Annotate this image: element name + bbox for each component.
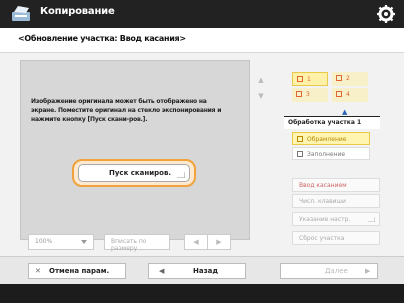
page-label: 4: [346, 91, 350, 98]
scroll-down-icon[interactable]: ▼: [254, 92, 268, 106]
back-label: Назад: [193, 267, 219, 275]
page-checkbox-icon: [296, 91, 302, 97]
page-checkbox-icon: [336, 75, 342, 81]
next-arrow-icon[interactable]: ▶: [207, 234, 231, 250]
collapse-arrow-icon[interactable]: ▲: [342, 108, 352, 116]
page-label: 3: [306, 91, 310, 98]
fit-to-size-button[interactable]: Вписать по размеру: [104, 234, 170, 252]
back-arrow-icon: ◀: [159, 267, 165, 275]
zoom-select[interactable]: 100%: [28, 234, 94, 250]
page-selector: 1 2 3 4: [288, 68, 372, 104]
scroll-up-icon[interactable]: ▲: [254, 76, 268, 90]
touch-input-button[interactable]: Ввод касанием: [292, 178, 380, 192]
zoom-value: 100%: [35, 238, 53, 245]
page-2-button[interactable]: 2: [332, 72, 368, 86]
footer-strip: [0, 284, 404, 303]
page-4-button[interactable]: 4: [332, 88, 368, 102]
page-checkbox-icon: [297, 76, 303, 82]
page-checkbox-icon: [336, 91, 342, 97]
next-button[interactable]: Далее ▶: [280, 263, 378, 279]
corner-indicator-icon: [368, 217, 375, 222]
bottom-bar: ✕ Отмена парам. ◀ Назад Далее ▶: [0, 256, 404, 285]
touch-input-label: Ввод касанием: [299, 182, 347, 189]
fit-to-size-label: Вписать по размеру: [111, 238, 147, 252]
prev-arrow-icon[interactable]: ◀: [184, 234, 208, 250]
option-checkbox-icon: [297, 136, 303, 142]
numeric-keys-label: Числ. клавиши: [299, 198, 346, 205]
reset-area-label: Сброс участка: [299, 235, 345, 242]
specify-settings-button[interactable]: Указание настр.: [292, 212, 380, 226]
instruction-message: Изображение оригинала может быть отображ…: [31, 98, 222, 123]
specify-settings-label: Указание настр.: [299, 216, 351, 223]
next-arrow-icon: ▶: [365, 267, 371, 275]
back-button[interactable]: ◀ Назад: [148, 263, 246, 279]
area-processing-header: Обработка участка 1: [284, 116, 380, 129]
gear-icon[interactable]: [376, 4, 396, 24]
close-icon: ✕: [35, 267, 41, 275]
preview-area: Изображение оригинала может быть отображ…: [20, 60, 250, 240]
option-frame-label: Обрамление: [307, 136, 347, 143]
option-fill[interactable]: Заполнение: [292, 147, 370, 160]
chevron-down-icon: [81, 240, 87, 244]
option-frame[interactable]: Обрамление: [292, 132, 370, 145]
cancel-settings-button[interactable]: ✕ Отмена парам.: [28, 263, 126, 279]
page-label: 1: [307, 76, 311, 83]
reset-area-button[interactable]: Сброс участка: [292, 231, 380, 245]
copy-screen: Копирование <Обновление участка: Ввод ка…: [0, 0, 404, 303]
start-scan-button[interactable]: Пуск сканиров.: [78, 164, 190, 182]
subtitle-text: <Обновление участка: Ввод касания>: [18, 34, 186, 43]
copy-app-icon: [12, 6, 30, 21]
screen-subtitle: <Обновление участка: Ввод касания>: [0, 28, 404, 53]
cancel-settings-label: Отмена парам.: [49, 267, 110, 275]
option-fill-label: Заполнение: [307, 151, 346, 158]
page-label: 2: [346, 75, 350, 82]
title-bar: Копирование: [0, 0, 404, 28]
app-title: Копирование: [40, 6, 115, 17]
page-1-button[interactable]: 1: [292, 72, 328, 86]
next-label: Далее: [325, 267, 348, 275]
option-checkbox-icon: [297, 151, 303, 157]
corner-indicator-icon: [177, 172, 185, 178]
numeric-keys-button[interactable]: Числ. клавиши: [292, 194, 380, 208]
page-3-button[interactable]: 3: [292, 88, 328, 102]
start-scan-label: Пуск сканиров.: [109, 169, 172, 177]
area-processing-label: Обработка участка 1: [288, 119, 362, 126]
